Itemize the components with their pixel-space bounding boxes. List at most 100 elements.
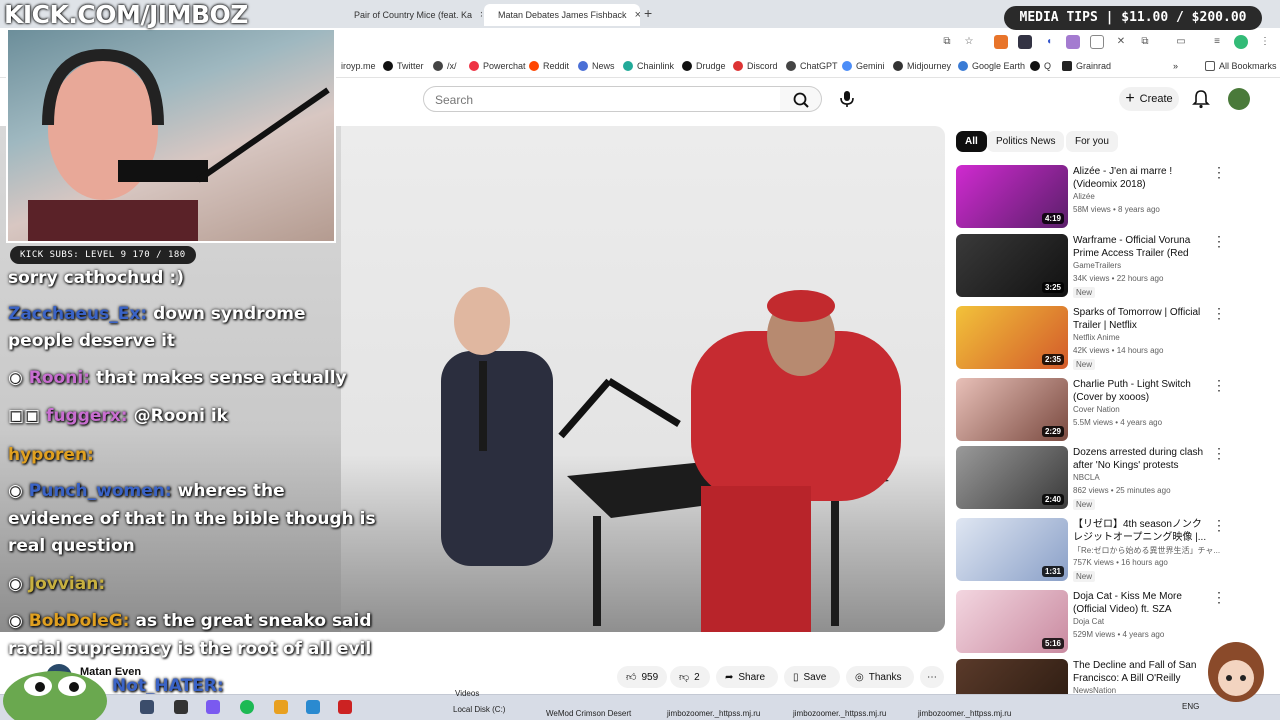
recommendation-item[interactable]: 1:31 【リゼロ】4th seasonノンクレジットオープニング映像 |...… <box>956 518 1276 584</box>
more-options-icon[interactable]: ⋮ <box>1212 518 1226 532</box>
share-icon: ➦ <box>725 671 734 683</box>
all-bookmarks[interactable]: All Bookmarks <box>1205 61 1277 71</box>
profile-icon[interactable] <box>1234 35 1248 49</box>
like-button[interactable]: 👍︎ 959 <box>617 666 667 688</box>
recommendation-item[interactable]: 3:25 Warframe - Official Voruna Prime Ac… <box>956 234 1276 300</box>
more-options-icon[interactable]: ⋮ <box>1212 165 1226 179</box>
bookmark-grainrad[interactable]: Grainrad <box>1062 61 1111 71</box>
puzzle-icon[interactable]: ⧉ <box>1138 35 1152 49</box>
news-icon <box>578 61 588 71</box>
video-thumbnail[interactable]: 4:19 <box>956 165 1068 228</box>
bookmark-q[interactable]: Q <box>1030 61 1051 71</box>
extension-icon[interactable] <box>1090 35 1104 49</box>
sidebar-icon[interactable]: ▭ <box>1174 35 1188 49</box>
thumbs-up-icon: 👍︎ <box>626 672 637 683</box>
search-input[interactable]: Search <box>423 86 781 112</box>
discord-icon[interactable] <box>206 700 220 714</box>
more-options-icon[interactable]: ⋮ <box>1212 378 1226 392</box>
list-icon[interactable]: ≡ <box>1210 35 1224 49</box>
video-player[interactable] <box>341 126 945 632</box>
more-actions-icon[interactable]: ⋯ <box>920 666 944 688</box>
chat-message: evidence of that in the bible though is <box>8 509 376 529</box>
bookmark-drudge[interactable]: Drudge <box>682 61 726 71</box>
more-options-icon[interactable]: ⋮ <box>1212 306 1226 320</box>
bookmark-powerchat[interactable]: Powerchat <box>469 61 526 71</box>
video-thumbnail[interactable]: 3:25 <box>956 234 1068 297</box>
search-button[interactable] <box>780 86 822 112</box>
terminal-icon[interactable] <box>174 700 188 714</box>
close-tab-icon[interactable]: × <box>635 9 640 21</box>
bookmark-chainlink[interactable]: Chainlink <box>623 61 674 71</box>
close-tab-icon[interactable]: × <box>480 9 482 21</box>
chat-message: Not_HATER: <box>112 676 224 696</box>
video-thumbnail[interactable]: 5:16 <box>956 590 1068 653</box>
chat-message: ◉ Punch_women: wheres the <box>8 481 285 501</box>
bookmark-news[interactable]: News <box>578 61 615 71</box>
video-thumbnail[interactable]: 2:40 <box>956 446 1068 509</box>
create-button[interactable]: + Create <box>1119 87 1179 111</box>
new-tab-icon[interactable]: + <box>644 5 652 21</box>
chip-for-you[interactable]: For you <box>1066 131 1118 152</box>
chip-politics-news[interactable]: Politics News <box>987 131 1065 152</box>
anime-mascot-icon <box>1208 642 1264 702</box>
tab-label: Matan Debates James Fishback <box>498 10 627 20</box>
more-options-icon[interactable]: ⋮ <box>1212 590 1226 604</box>
account-avatar[interactable] <box>1228 88 1250 110</box>
browser-tab[interactable]: Pair of Country Mice (feat. Ka × <box>346 4 482 26</box>
chat-message: ◉ BobDoleG: as the great sneako said <box>8 611 372 631</box>
taskbar-label[interactable]: jimbozoomer._httpss.mj.ru <box>918 709 1011 718</box>
taskbar-label[interactable]: Videos <box>455 689 479 698</box>
save-button[interactable]: ▯ Save <box>784 666 840 688</box>
video-thumbnail[interactable]: 2:29 <box>956 378 1068 441</box>
bookmark-twitter[interactable]: Twitter <box>383 61 424 71</box>
video-thumbnail[interactable]: 1:31 <box>956 518 1068 581</box>
chat-message: hyporen: <box>8 445 94 465</box>
bookmark[interactable]: iroyp.me <box>341 61 376 71</box>
chat-message: ◉ Jovvian: <box>8 574 106 594</box>
extension-icon[interactable]: ◖ <box>1042 35 1056 49</box>
taskbar-label[interactable]: jimbozoomer._httpss.mj.ru <box>793 709 886 718</box>
thanks-button[interactable]: ◎ Thanks <box>846 666 914 688</box>
emote-icon: ◉ <box>8 574 29 594</box>
taskbar-label[interactable]: WeMod Crimson Desert <box>546 709 631 718</box>
taskbar-label[interactable]: Local Disk (C:) <box>453 705 505 714</box>
bookmark-reddit[interactable]: Reddit <box>529 61 569 71</box>
folder-icon[interactable] <box>274 700 288 714</box>
taskbar-label[interactable]: jimbozoomer._httpss.mj.ru <box>667 709 760 718</box>
app-icon[interactable] <box>338 700 352 714</box>
chip-all[interactable]: All <box>956 131 987 152</box>
emote-icon: ◉ <box>8 481 29 501</box>
steam-icon[interactable] <box>140 700 154 714</box>
language-indicator[interactable]: ENG <box>1182 702 1199 711</box>
notifications-bell-icon[interactable] <box>1192 89 1210 109</box>
video-thumbnail[interactable]: 2:35 <box>956 306 1068 369</box>
bookmark-gemini[interactable]: Gemini <box>842 61 885 71</box>
spotify-icon[interactable] <box>240 700 254 714</box>
recommendation-item[interactable]: 4:19 Alizée - J'en ai marre ! (Videomix … <box>956 165 1276 231</box>
recommendation-item[interactable]: 2:35 Sparks of Tomorrow | Official Trail… <box>956 306 1276 372</box>
recommendation-item[interactable]: 2:29 Charlie Puth - Light Switch (Cover … <box>956 378 1276 444</box>
bookmark-discord[interactable]: Discord <box>733 61 778 71</box>
x-logo-icon[interactable]: ✕ <box>1114 35 1128 49</box>
bookmark-google-earth[interactable]: Google Earth <box>958 61 1025 71</box>
tab-label: Pair of Country Mice (feat. Ka <box>354 10 473 20</box>
browser-tab-active[interactable]: Matan Debates James Fishback × <box>484 4 640 26</box>
more-options-icon[interactable]: ⋮ <box>1212 446 1226 460</box>
more-bookmarks-icon[interactable]: » <box>1173 61 1178 71</box>
microphone-icon[interactable] <box>834 86 860 112</box>
menu-icon[interactable]: ⋮ <box>1258 35 1272 49</box>
x-logo-icon <box>383 61 393 71</box>
star-icon[interactable]: ☆ <box>962 35 976 49</box>
dislike-button[interactable]: 👎︎ 2 <box>670 666 710 688</box>
bookmark[interactable]: /x/ <box>433 61 457 71</box>
bookmark-chatgpt[interactable]: ChatGPT <box>786 61 838 71</box>
extension-icon[interactable] <box>1018 35 1032 49</box>
extension-icon[interactable] <box>994 35 1008 49</box>
bookmark-midjourney[interactable]: Midjourney <box>893 61 951 71</box>
more-options-icon[interactable]: ⋮ <box>1212 234 1226 248</box>
recommendation-item[interactable]: 2:40 Dozens arrested during clash after … <box>956 446 1276 512</box>
share-button[interactable]: ➦ Share <box>716 666 778 688</box>
cast-icon[interactable]: ⧉ <box>940 35 954 49</box>
telegram-icon[interactable] <box>306 700 320 714</box>
extension-icon[interactable] <box>1066 35 1080 49</box>
